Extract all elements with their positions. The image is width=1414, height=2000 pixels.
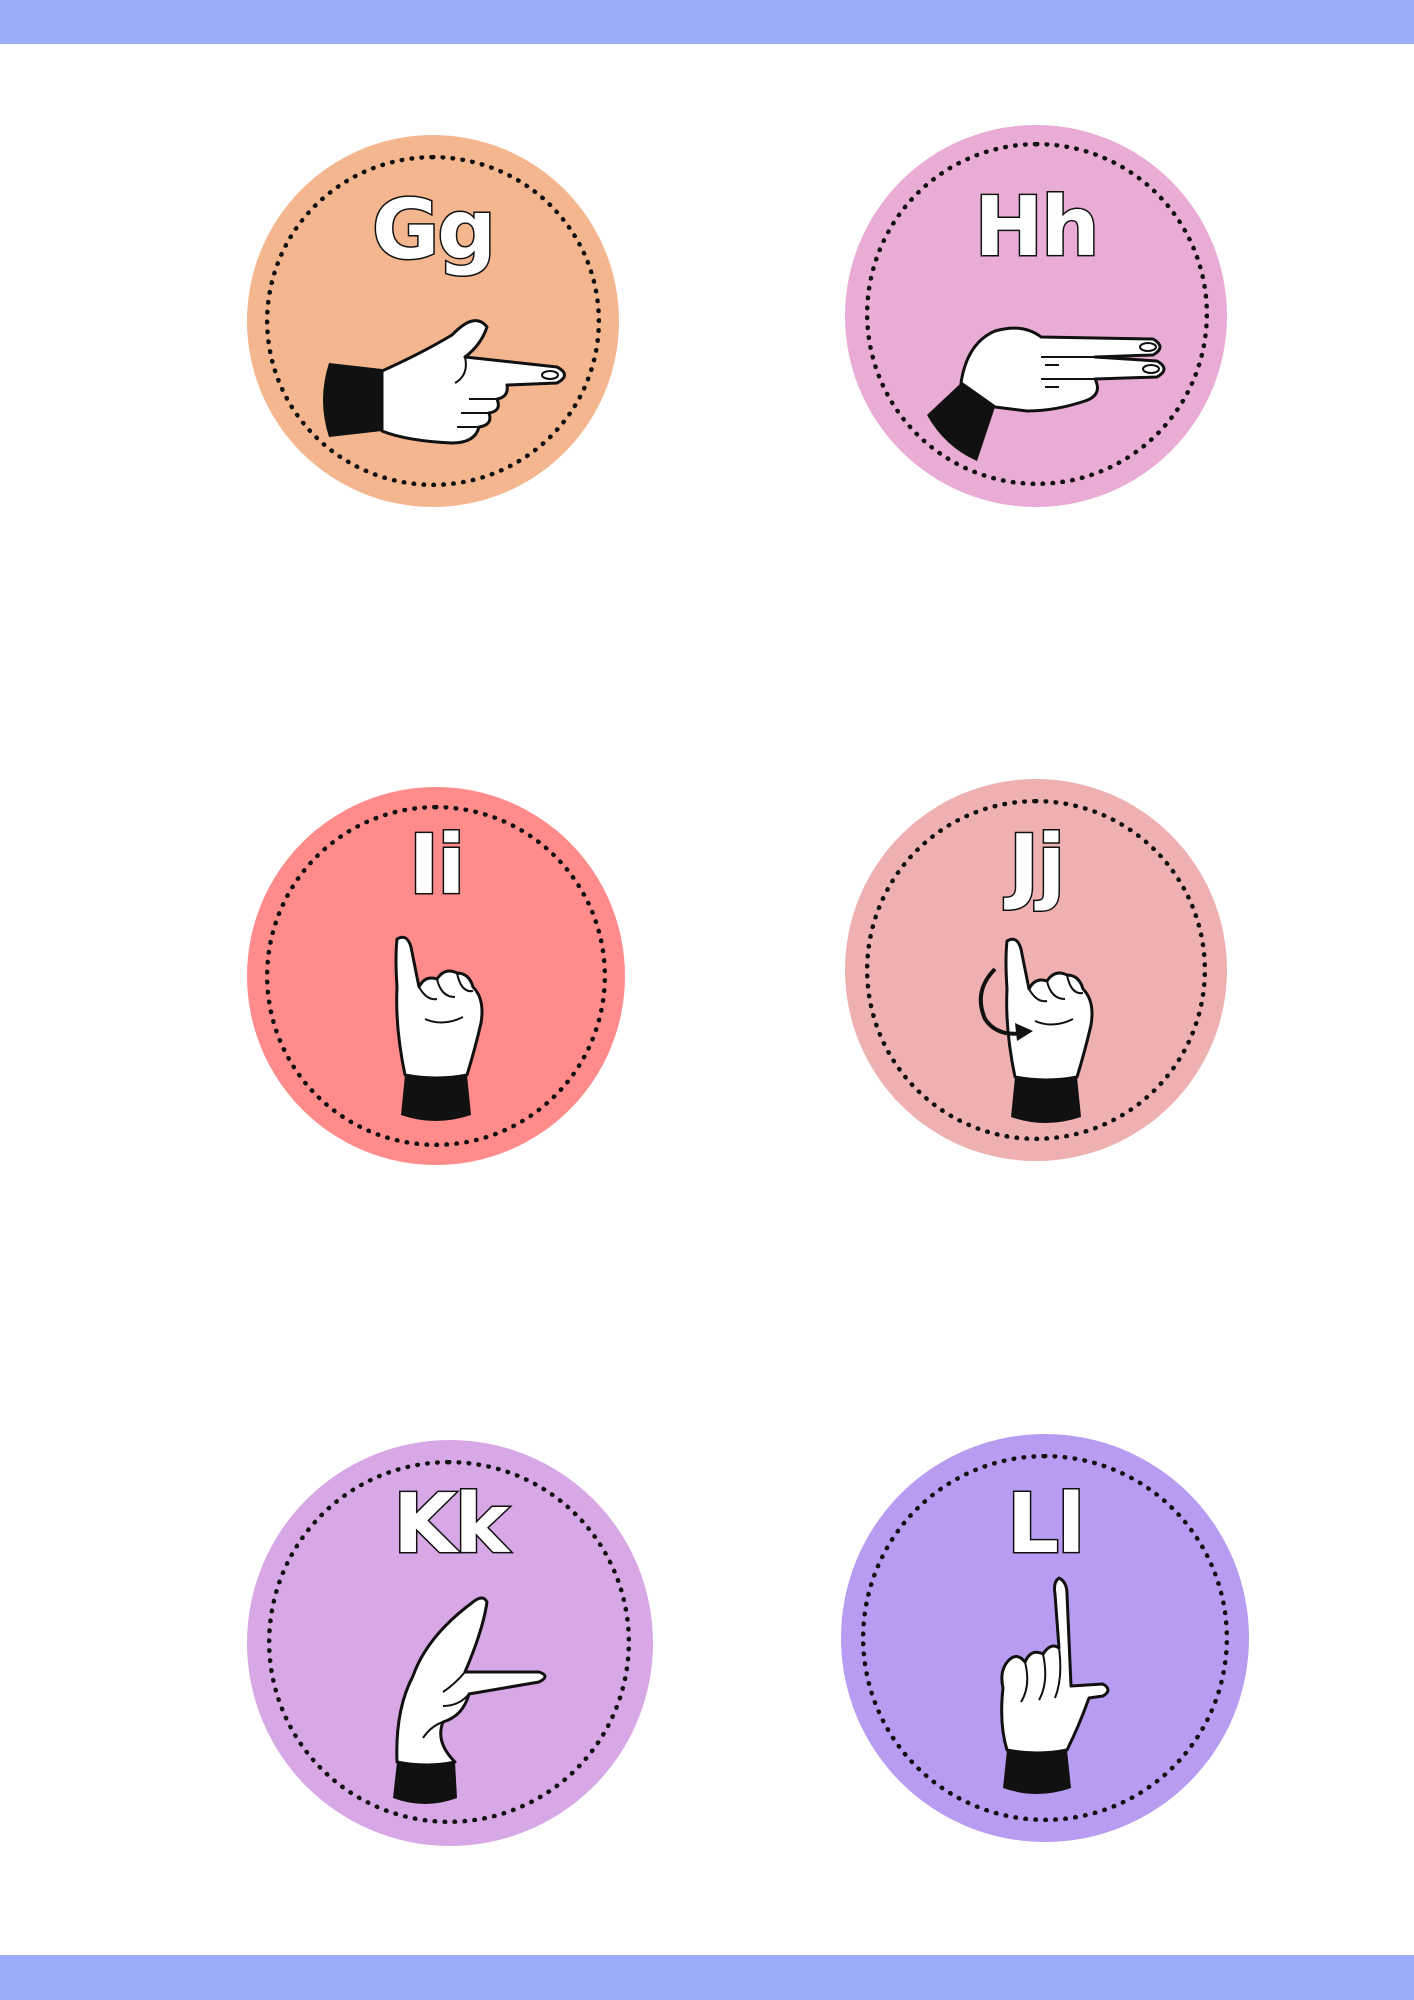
sign-card-j: Jj (845, 779, 1227, 1161)
hand-two-fingers-sideways-icon (927, 326, 1166, 461)
sign-card-l: Ll (841, 1434, 1249, 1842)
sign-card-g: Gg (247, 135, 619, 507)
bottom-band (0, 1955, 1414, 2000)
hand-index-middle-split-icon (393, 1596, 547, 1804)
hand-pointing-sideways-icon (323, 319, 566, 445)
sign-card-h: Hh (845, 125, 1227, 507)
sign-card-i: Ii (247, 787, 625, 1165)
sign-card-k: Kk (247, 1440, 653, 1846)
hand-l-shape-icon (1000, 1576, 1110, 1794)
top-band (0, 0, 1414, 44)
hand-pinky-up-icon (394, 935, 484, 1121)
hand-pinky-arc-icon (978, 937, 1094, 1123)
